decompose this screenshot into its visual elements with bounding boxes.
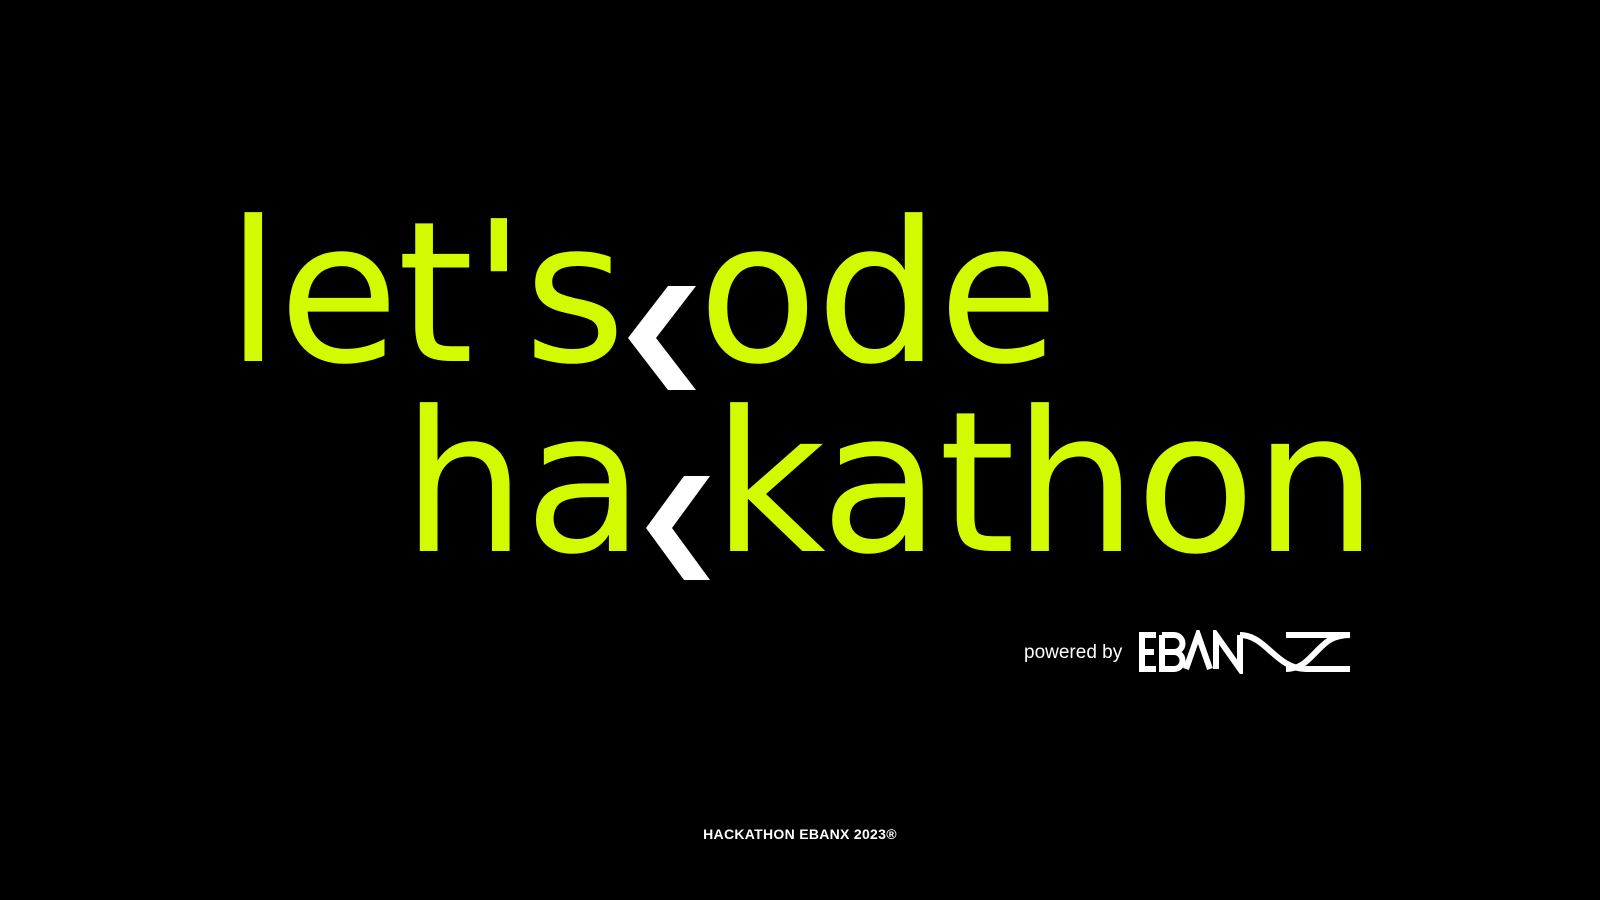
powered-by: powered by	[1024, 630, 1356, 674]
title-line-2-start: ha	[402, 370, 644, 598]
chevron-left-icon	[644, 462, 711, 582]
powered-by-label: powered by	[1024, 642, 1123, 663]
title-line-2: ha kathon	[402, 370, 1378, 598]
title-line-2-end: kathon	[712, 370, 1377, 598]
title-line-1-start: let's	[226, 180, 626, 408]
title-line-1: let's ode	[226, 180, 1059, 408]
ebanx-logo	[1139, 630, 1351, 674]
footer-caption: HACKATHON EBANX 2023®	[703, 826, 897, 842]
title-line-1-end: ode	[697, 180, 1059, 408]
hackathon-banner: let's ode ha kathon powered by HACKATHON…	[0, 0, 1600, 900]
